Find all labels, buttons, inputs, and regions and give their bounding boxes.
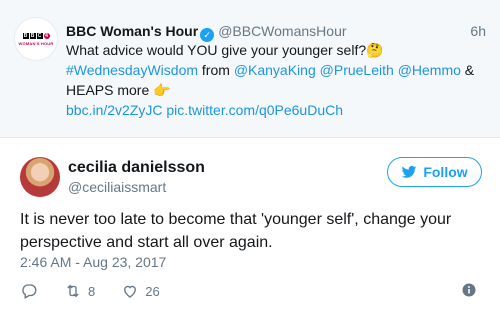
reply-icon xyxy=(22,284,37,299)
retweet-count: 8 xyxy=(88,283,96,299)
quoted-timestamp[interactable]: 6h xyxy=(470,21,486,41)
author-name[interactable]: cecilia danielsson xyxy=(68,158,205,178)
tweet-text: It is never too late to become that 'you… xyxy=(20,211,452,251)
quoted-author-handle[interactable]: @BBCWomansHour xyxy=(218,23,346,39)
like-button[interactable]: 26 xyxy=(121,282,160,300)
info-icon[interactable] xyxy=(462,283,476,297)
mention-link[interactable]: @PrueLeith xyxy=(320,62,394,78)
like-count: 26 xyxy=(145,283,160,299)
bbc-logo: BBC4 xyxy=(22,32,50,39)
author-handle[interactable]: @ceciliaissmart xyxy=(68,178,166,196)
quoted-tweet[interactable]: BBC4 WOMAN'S HOUR BBC Woman's Hour ✓ @BBCW… xyxy=(0,0,500,138)
tweet-timestamp[interactable]: 2:46 AM - Aug 23, 2017 xyxy=(20,253,166,271)
from-word: from xyxy=(201,62,230,78)
article-link[interactable]: bbc.in/2v2ZyJC xyxy=(66,102,162,118)
hashtag-link[interactable]: #WednesdayWisdom xyxy=(66,62,198,78)
tweet-actions: 8 26 xyxy=(20,281,186,301)
heart-icon xyxy=(124,285,137,298)
heaps-more-text: HEAPS more 👉 xyxy=(66,82,171,98)
twitter-bird-icon xyxy=(401,165,417,178)
reply-button[interactable] xyxy=(20,282,38,300)
mention-link[interactable]: @Hemmo xyxy=(398,62,461,78)
quoted-author-name[interactable]: BBC Woman's Hour xyxy=(66,23,198,39)
bbc-womans-hour-avatar[interactable]: BBC4 WOMAN'S HOUR xyxy=(14,17,58,61)
retweet-button[interactable]: 8 xyxy=(64,282,95,300)
quoted-tweet-header: BBC Woman's Hour ✓ @BBCWomansHour 6h xyxy=(66,21,486,42)
womans-hour-logo-text: WOMAN'S HOUR xyxy=(18,40,54,46)
author-avatar[interactable] xyxy=(20,157,60,197)
quoted-tweet-text: What advice would YOU give your younger … xyxy=(66,40,486,120)
follow-button[interactable]: Follow xyxy=(387,157,482,187)
mention-link[interactable]: @KanyaKing xyxy=(234,62,316,78)
picture-link[interactable]: pic.twitter.com/q0Pe6uDuCh xyxy=(166,102,343,118)
ampersand: & xyxy=(464,62,475,78)
retweet-icon xyxy=(67,284,79,298)
follow-button-label: Follow xyxy=(423,164,468,180)
quoted-line-1: What advice would YOU give your younger … xyxy=(66,42,384,58)
